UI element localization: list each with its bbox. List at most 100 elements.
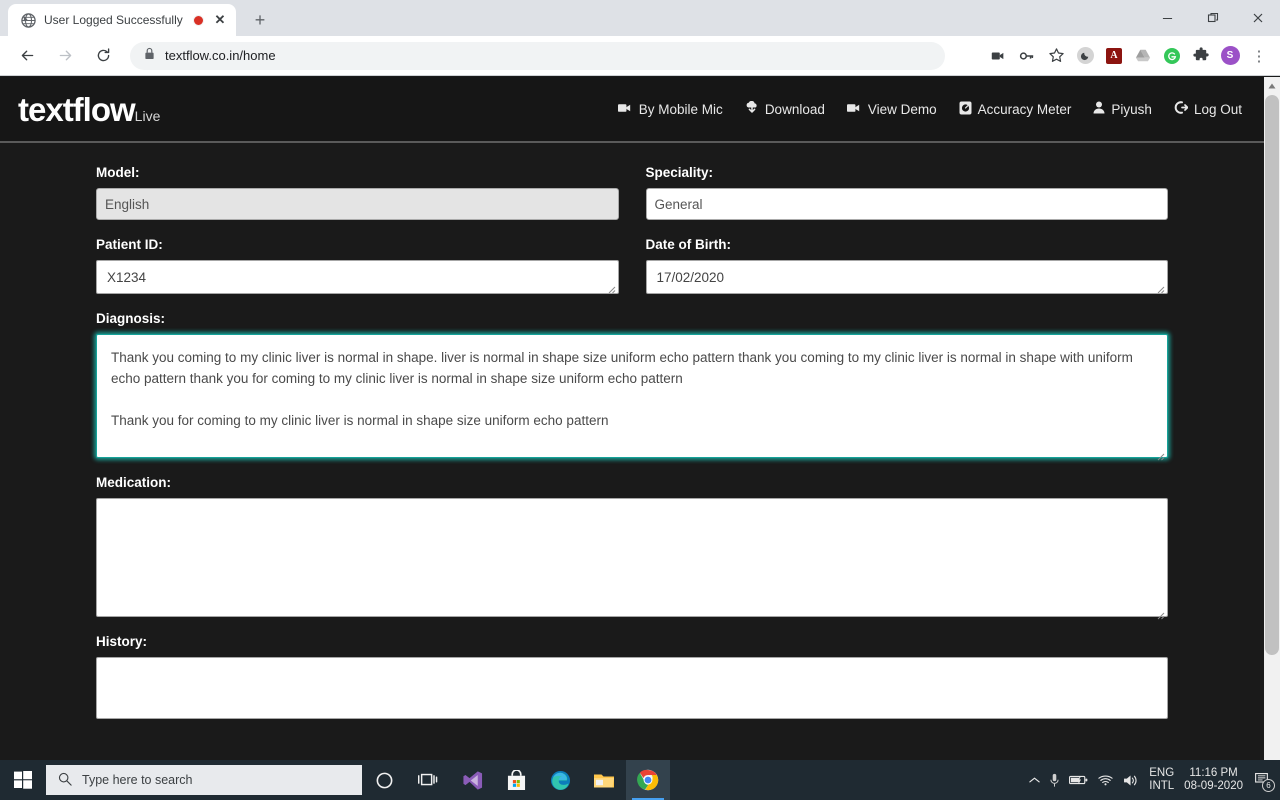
field-diagnosis: Diagnosis: Thank you coming to my clinic… [96, 311, 1168, 461]
patient-id-label: Patient ID: [96, 237, 163, 252]
history-textarea[interactable] [96, 657, 1168, 719]
task-view-icon[interactable] [406, 760, 450, 800]
forward-button[interactable] [50, 41, 80, 71]
date-of-birth-value: 17/02/2020 [656, 269, 725, 285]
diagnosis-label: Diagnosis: [96, 311, 166, 326]
scrollbar-thumb[interactable] [1265, 95, 1279, 655]
camera-video-icon[interactable] [985, 43, 1011, 69]
wifi-icon[interactable] [1098, 774, 1113, 786]
maximize-button[interactable] [1190, 2, 1235, 34]
extensions-puzzle-icon[interactable] [1188, 43, 1214, 69]
microphone-icon[interactable] [1050, 773, 1059, 788]
page-scrollbar[interactable] [1264, 77, 1280, 760]
medication-label: Medication: [96, 475, 172, 490]
star-icon[interactable] [1043, 43, 1069, 69]
adobe-acrobat-icon[interactable]: A [1101, 43, 1127, 69]
nav-label: Log Out [1193, 101, 1242, 117]
scroll-up-arrow-icon[interactable] [1264, 77, 1280, 94]
nav-item-view-demo[interactable]: View Demo [846, 101, 937, 117]
clock[interactable]: 11:16 PM 08-09-2020 [1184, 767, 1243, 793]
medication-textarea[interactable] [96, 498, 1168, 620]
field-patient-id: Patient ID: X1234 [96, 237, 619, 294]
model-select-wrapper: English [96, 188, 619, 220]
nav-label: Piyush [1111, 101, 1152, 117]
keyboard-language-indicator[interactable]: ENG INTL [1149, 767, 1174, 793]
video-camera-icon [617, 102, 633, 117]
battery-charging-icon[interactable] [1069, 774, 1088, 786]
download-cloud-icon [745, 100, 759, 117]
logo-suffix: Live [134, 107, 161, 124]
cortana-icon[interactable] [362, 760, 406, 800]
key-icon[interactable] [1014, 43, 1040, 69]
nav-label: View Demo [867, 101, 937, 117]
notification-count-badge: 6 [1262, 778, 1275, 792]
chevron-up-icon[interactable] [1029, 776, 1040, 784]
nav-item-user[interactable]: Piyush [1093, 101, 1152, 117]
windows-logo-icon[interactable] [0, 760, 46, 800]
model-select[interactable]: English [96, 188, 619, 220]
diagnosis-textarea[interactable]: Thank you coming to my clinic liver is n… [96, 334, 1168, 461]
browser-toolbar: textflow.co.in/home A S ⋮ [0, 36, 1280, 76]
nav-item-accuracy-meter[interactable]: Accuracy Meter [959, 101, 1072, 118]
address-bar[interactable]: textflow.co.in/home [130, 41, 945, 70]
history-label: History: [96, 634, 148, 649]
form-row-model-speciality: Model: English Speciality: General [96, 165, 1168, 220]
file-explorer-icon[interactable] [582, 760, 626, 800]
model-label: Model: [96, 165, 140, 180]
browser-tab[interactable]: User Logged Successfully ✕ [8, 4, 236, 36]
reload-button[interactable] [88, 41, 118, 71]
browser-menu-button[interactable]: ⋮ [1246, 43, 1272, 69]
profile-avatar[interactable]: S [1217, 43, 1243, 69]
site-logo[interactable]: textflowLive [18, 93, 160, 126]
close-button[interactable] [1235, 2, 1280, 34]
vs-code-icon[interactable] [450, 760, 494, 800]
nav-item-log-out[interactable]: Log Out [1174, 101, 1242, 117]
google-drive-icon[interactable] [1130, 43, 1156, 69]
system-tray: ENG INTL 11:16 PM 08-09-2020 6 [1029, 767, 1280, 793]
resize-grip-icon[interactable] [1155, 446, 1165, 461]
grammarly-icon[interactable] [1159, 43, 1185, 69]
search-icon [58, 772, 72, 789]
field-medication: Medication: [96, 475, 1168, 620]
patient-id-value: X1234 [107, 269, 147, 285]
taskbar-search-placeholder: Type here to search [82, 773, 193, 787]
google-chrome-icon[interactable] [626, 760, 670, 800]
resize-grip-icon[interactable] [606, 282, 616, 294]
field-model: Model: English [96, 165, 619, 220]
resize-grip-icon[interactable] [1155, 605, 1165, 620]
taskbar-search-input[interactable]: Type here to search [46, 765, 362, 795]
field-speciality: Speciality: General [645, 165, 1168, 220]
speciality-select[interactable]: General [645, 188, 1168, 220]
site-header: textflowLive By Mobile Mic Download View… [0, 77, 1264, 143]
nav-item-by-mobile-mic[interactable]: By Mobile Mic [617, 102, 723, 117]
tab-close-button[interactable]: ✕ [212, 12, 228, 28]
patient-form: Model: English Speciality: General Patie… [0, 143, 1264, 719]
new-tab-button[interactable]: + [246, 6, 274, 34]
microsoft-store-icon[interactable] [494, 760, 538, 800]
tab-title: User Logged Successfully [44, 13, 183, 27]
windows-taskbar: Type here to search ENG INTL 11:16 PM 08… [0, 760, 1280, 800]
speciality-select-wrapper: General [645, 188, 1168, 220]
date-of-birth-input[interactable]: 17/02/2020 [645, 260, 1168, 294]
speaker-icon[interactable] [1123, 774, 1139, 787]
back-button[interactable] [12, 41, 42, 71]
site-nav: By Mobile Mic Download View Demo Accurac… [617, 100, 1264, 118]
action-center-icon[interactable]: 6 [1255, 772, 1275, 792]
nav-label: Accuracy Meter [977, 101, 1072, 117]
logout-icon [1174, 101, 1189, 117]
dark-mode-icon[interactable] [1072, 43, 1098, 69]
browser-window: User Logged Successfully ✕ + textflow.co… [0, 0, 1280, 800]
diagnosis-paragraph-1: Thank you coming to my clinic liver is n… [111, 350, 1133, 386]
clock-time: 11:16 PM [1189, 767, 1238, 779]
microsoft-edge-icon[interactable] [538, 760, 582, 800]
lock-icon [144, 47, 155, 65]
resize-grip-icon[interactable] [1155, 282, 1165, 294]
address-bar-url: textflow.co.in/home [165, 48, 276, 63]
tab-strip: User Logged Successfully ✕ + [0, 0, 1280, 36]
patient-id-input[interactable]: X1234 [96, 260, 619, 294]
minimize-button[interactable] [1145, 2, 1190, 34]
video-camera-icon [846, 102, 862, 117]
nav-item-download[interactable]: Download [745, 100, 825, 117]
date-of-birth-label: Date of Birth: [645, 237, 732, 252]
form-row-patient-dob: Patient ID: X1234 Date of Birth: 17/02/2… [96, 237, 1168, 294]
